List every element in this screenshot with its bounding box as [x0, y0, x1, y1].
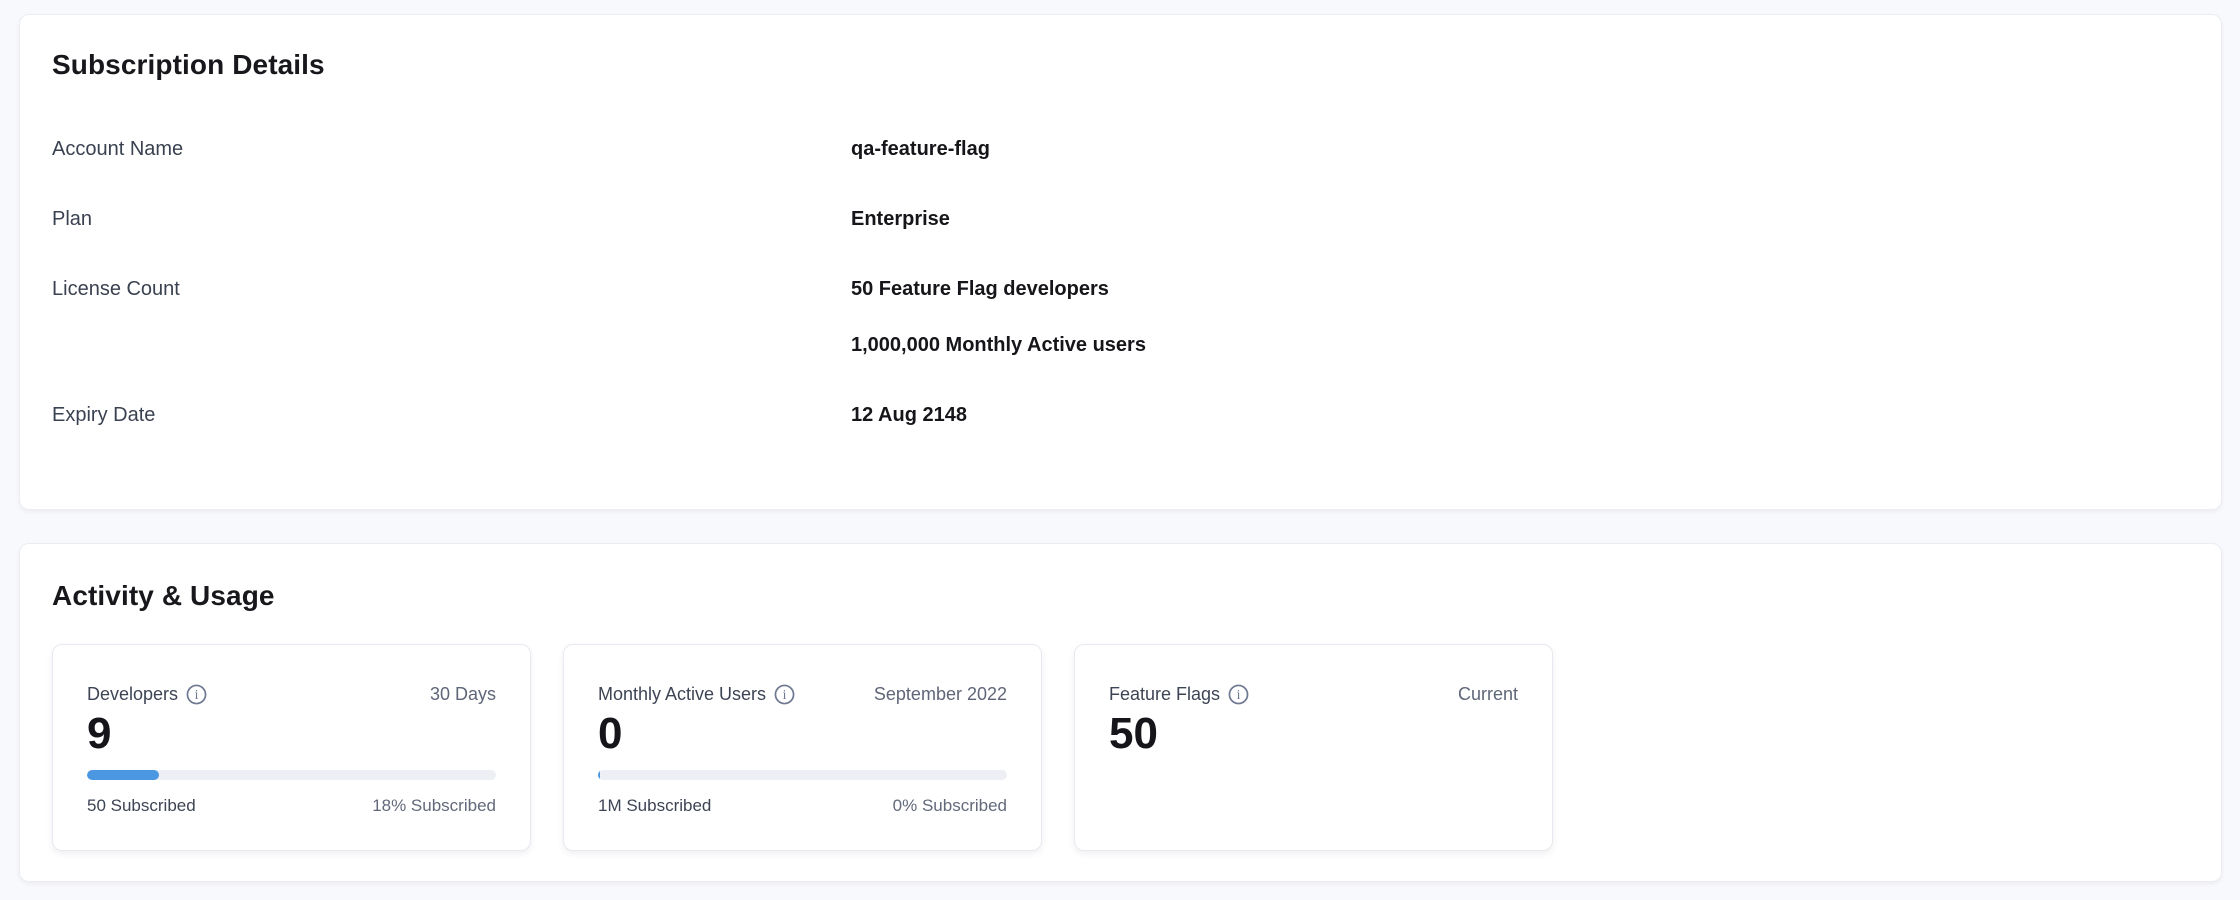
info-icon[interactable]: i [774, 684, 795, 705]
feature-flags-count: 50 [1109, 711, 1518, 757]
feature-flags-usage-card: Feature Flags i Current 50 [1074, 644, 1553, 851]
svg-text:i: i [783, 687, 787, 702]
developers-progress-fill [87, 770, 159, 780]
developers-header: Developers i 30 Days [87, 681, 496, 707]
mau-label-wrap: Monthly Active Users i [598, 681, 795, 707]
plan-value: Enterprise [851, 205, 950, 233]
mau-subscribed-count: 1M Subscribed [598, 795, 711, 817]
mau-footer: 1M Subscribed 0% Subscribed [598, 795, 1007, 817]
developers-progress-track [87, 770, 496, 780]
mau-progress-fill [598, 770, 600, 780]
account-name-label: Account Name [52, 135, 851, 163]
subscription-details-list: Account Name qa-feature-flag Plan Enterp… [52, 135, 2189, 429]
usage-card-row: Developers i 30 Days 9 50 [52, 644, 2189, 851]
developers-subscribed-percent: 18% Subscribed [372, 795, 496, 817]
license-count-mau: 1,000,000 Monthly Active users [851, 331, 1146, 359]
license-count-value: 50 Feature Flag developers 1,000,000 Mon… [851, 275, 1146, 359]
mau-subscribed-percent: 0% Subscribed [893, 795, 1007, 817]
feature-flags-period: Current [1458, 681, 1518, 707]
info-icon[interactable]: i [1228, 684, 1249, 705]
plan-label: Plan [52, 205, 851, 233]
detail-row-expiry-date: Expiry Date 12 Aug 2148 [52, 401, 2189, 429]
expiry-date-value: 12 Aug 2148 [851, 401, 967, 429]
activity-usage-card: Activity & Usage Developers i 30 Days [19, 543, 2222, 882]
feature-flags-label: Feature Flags [1109, 681, 1220, 707]
info-icon[interactable]: i [186, 684, 207, 705]
expiry-date-label: Expiry Date [52, 401, 851, 429]
feature-flags-header: Feature Flags i Current [1109, 681, 1518, 707]
detail-row-license-count: License Count 50 Feature Flag developers… [52, 275, 2189, 359]
detail-row-plan: Plan Enterprise [52, 205, 2189, 233]
developers-usage-card: Developers i 30 Days 9 50 [52, 644, 531, 851]
mau-usage-card: Monthly Active Users i September 2022 0 [563, 644, 1042, 851]
developers-subscribed-count: 50 Subscribed [87, 795, 196, 817]
mau-header: Monthly Active Users i September 2022 [598, 681, 1007, 707]
developers-footer: 50 Subscribed 18% Subscribed [87, 795, 496, 817]
mau-progress-track [598, 770, 1007, 780]
developers-label-wrap: Developers i [87, 681, 207, 707]
account-name-value: qa-feature-flag [851, 135, 990, 163]
license-count-label: License Count [52, 275, 851, 303]
mau-count: 0 [598, 711, 1007, 757]
svg-text:i: i [195, 687, 199, 702]
mau-label: Monthly Active Users [598, 681, 766, 707]
feature-flags-label-wrap: Feature Flags i [1109, 681, 1249, 707]
license-count-developers: 50 Feature Flag developers [851, 275, 1146, 303]
svg-text:i: i [1237, 687, 1241, 702]
developers-period: 30 Days [430, 681, 496, 707]
mau-period: September 2022 [874, 681, 1007, 707]
developers-label: Developers [87, 681, 178, 707]
subscription-details-card: Subscription Details Account Name qa-fea… [19, 14, 2222, 510]
subscription-details-title: Subscription Details [52, 47, 2189, 83]
developers-count: 9 [87, 711, 496, 757]
detail-row-account-name: Account Name qa-feature-flag [52, 135, 2189, 163]
activity-usage-title: Activity & Usage [52, 578, 2189, 614]
subscription-page: Subscription Details Account Name qa-fea… [0, 0, 2240, 900]
